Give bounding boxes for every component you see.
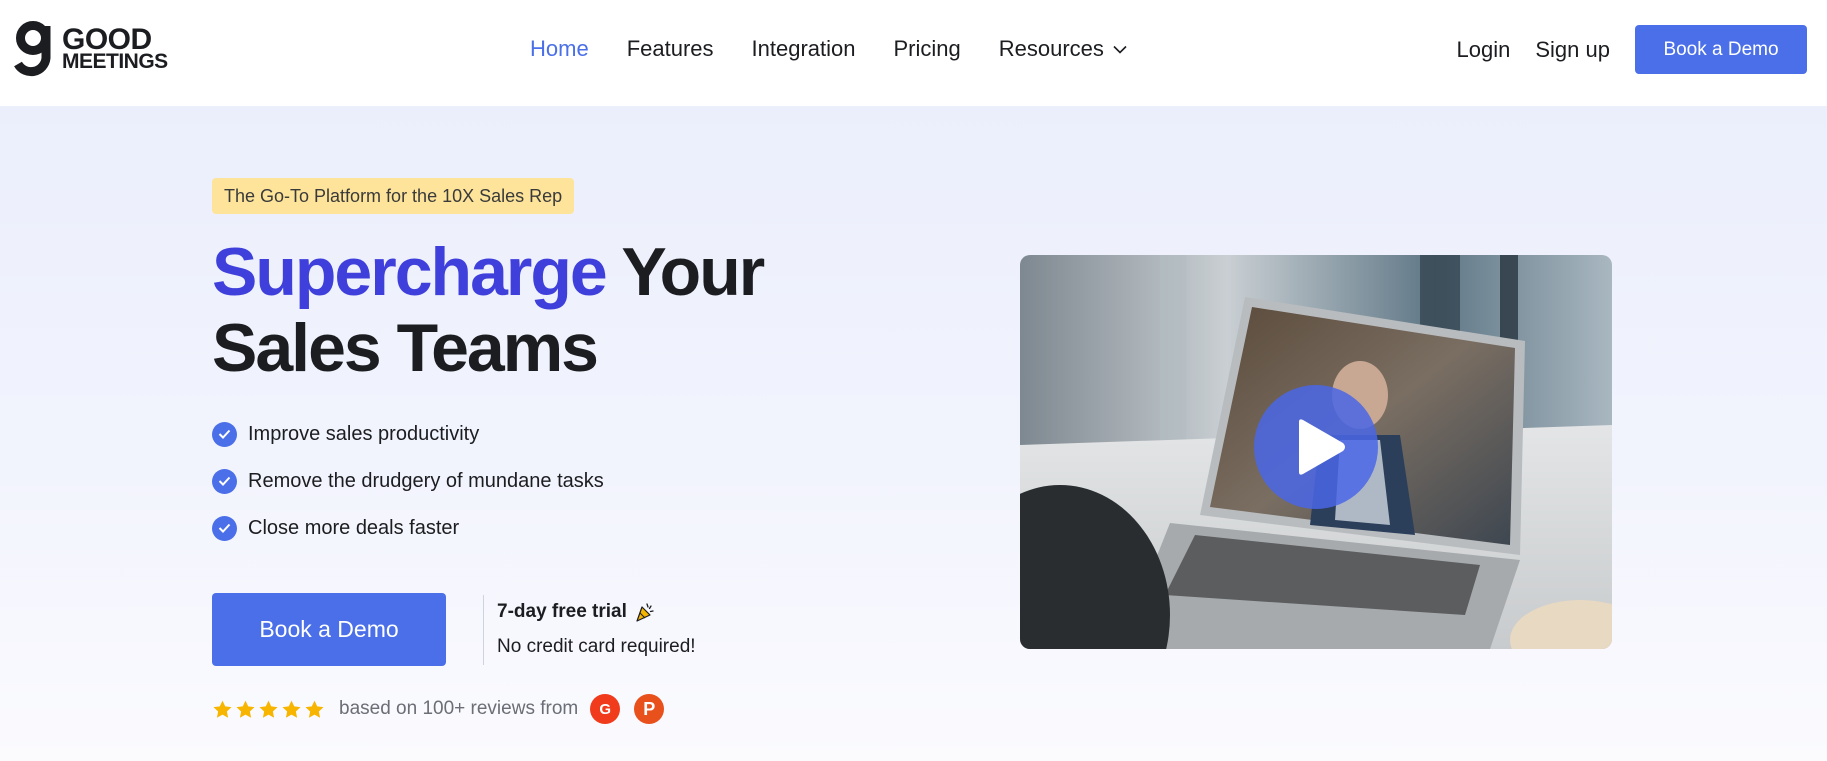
headline-line2: Sales Teams	[212, 310, 599, 386]
star-icon	[236, 700, 255, 718]
nav-item-resources-label: Resources	[998, 36, 1104, 61]
trial-title: 7-day free trial	[497, 601, 696, 623]
site-header: GOOD MEETINGS Home Features Integration …	[0, 0, 1827, 106]
hero-section: The Go-To Platform for the 10X Sales Rep…	[0, 106, 1827, 761]
feature-item: Improve sales productivity	[212, 420, 604, 448]
nav-item-features[interactable]: Features	[627, 36, 714, 62]
feature-list: Improve sales productivity Remove the dr…	[212, 420, 604, 561]
logo-g-icon	[14, 21, 51, 77]
star-icon	[259, 700, 278, 718]
feature-text: Close more deals faster	[248, 516, 460, 539]
login-link[interactable]: Login	[1457, 37, 1511, 63]
reviews-text: based on 100+ reviews from	[339, 698, 579, 719]
trial-subtitle: No credit card required!	[497, 636, 696, 657]
party-popper-icon	[636, 603, 654, 622]
hero-book-demo-button[interactable]: Book a Demo	[212, 593, 446, 666]
feature-item: Remove the drudgery of mundane tasks	[212, 467, 604, 495]
reviews-row: based on 100+ reviews from G P	[212, 692, 665, 726]
signup-link[interactable]: Sign up	[1535, 37, 1610, 63]
logo-wordmark: GOOD MEETINGS	[62, 23, 168, 74]
play-button[interactable]	[1254, 385, 1378, 509]
cta-row: Book a Demo 7-day free trial No credit c…	[212, 593, 696, 666]
trial-info: 7-day free trial No credit card required…	[497, 601, 696, 658]
headline-line1-rest: Your	[605, 234, 765, 310]
feature-text: Improve sales productivity	[248, 422, 480, 445]
video-thumbnail[interactable]	[1020, 255, 1612, 649]
logo-line-2: MEETINGS	[62, 50, 168, 74]
auth-links: Login Sign up Book a Demo	[1457, 25, 1807, 74]
headline-highlight: Supercharge	[212, 234, 608, 310]
star-icon	[305, 700, 324, 718]
nav-item-pricing[interactable]: Pricing	[893, 36, 960, 62]
feature-text: Remove the drudgery of mundane tasks	[248, 469, 604, 492]
nav-item-home[interactable]: Home	[530, 36, 589, 62]
nav-item-resources[interactable]: Resources	[999, 36, 1127, 62]
main-nav: Home Features Integration Pricing Resour…	[530, 32, 1165, 66]
nav-item-integration[interactable]: Integration	[752, 36, 856, 62]
check-icon	[212, 515, 237, 541]
check-icon	[212, 468, 237, 494]
tagline-badge: The Go-To Platform for the 10X Sales Rep	[212, 178, 575, 214]
g2-logo-icon[interactable]: G	[590, 694, 621, 724]
chevron-down-icon	[1113, 45, 1127, 54]
header-book-demo-button[interactable]: Book a Demo	[1635, 25, 1807, 74]
divider	[483, 594, 484, 665]
logo-line-1: GOOD	[62, 23, 152, 57]
hero-headline: Supercharge Your Sales Teams	[212, 234, 765, 386]
star-icon	[282, 700, 301, 718]
trial-title-text: 7-day free trial	[497, 601, 627, 622]
product-hunt-logo-icon[interactable]: P	[634, 694, 665, 724]
feature-item: Close more deals faster	[212, 514, 604, 542]
play-icon	[1299, 419, 1345, 475]
check-icon	[212, 421, 237, 447]
logo[interactable]: GOOD MEETINGS	[14, 20, 168, 78]
star-icon	[213, 700, 232, 718]
rating-stars	[212, 699, 327, 720]
